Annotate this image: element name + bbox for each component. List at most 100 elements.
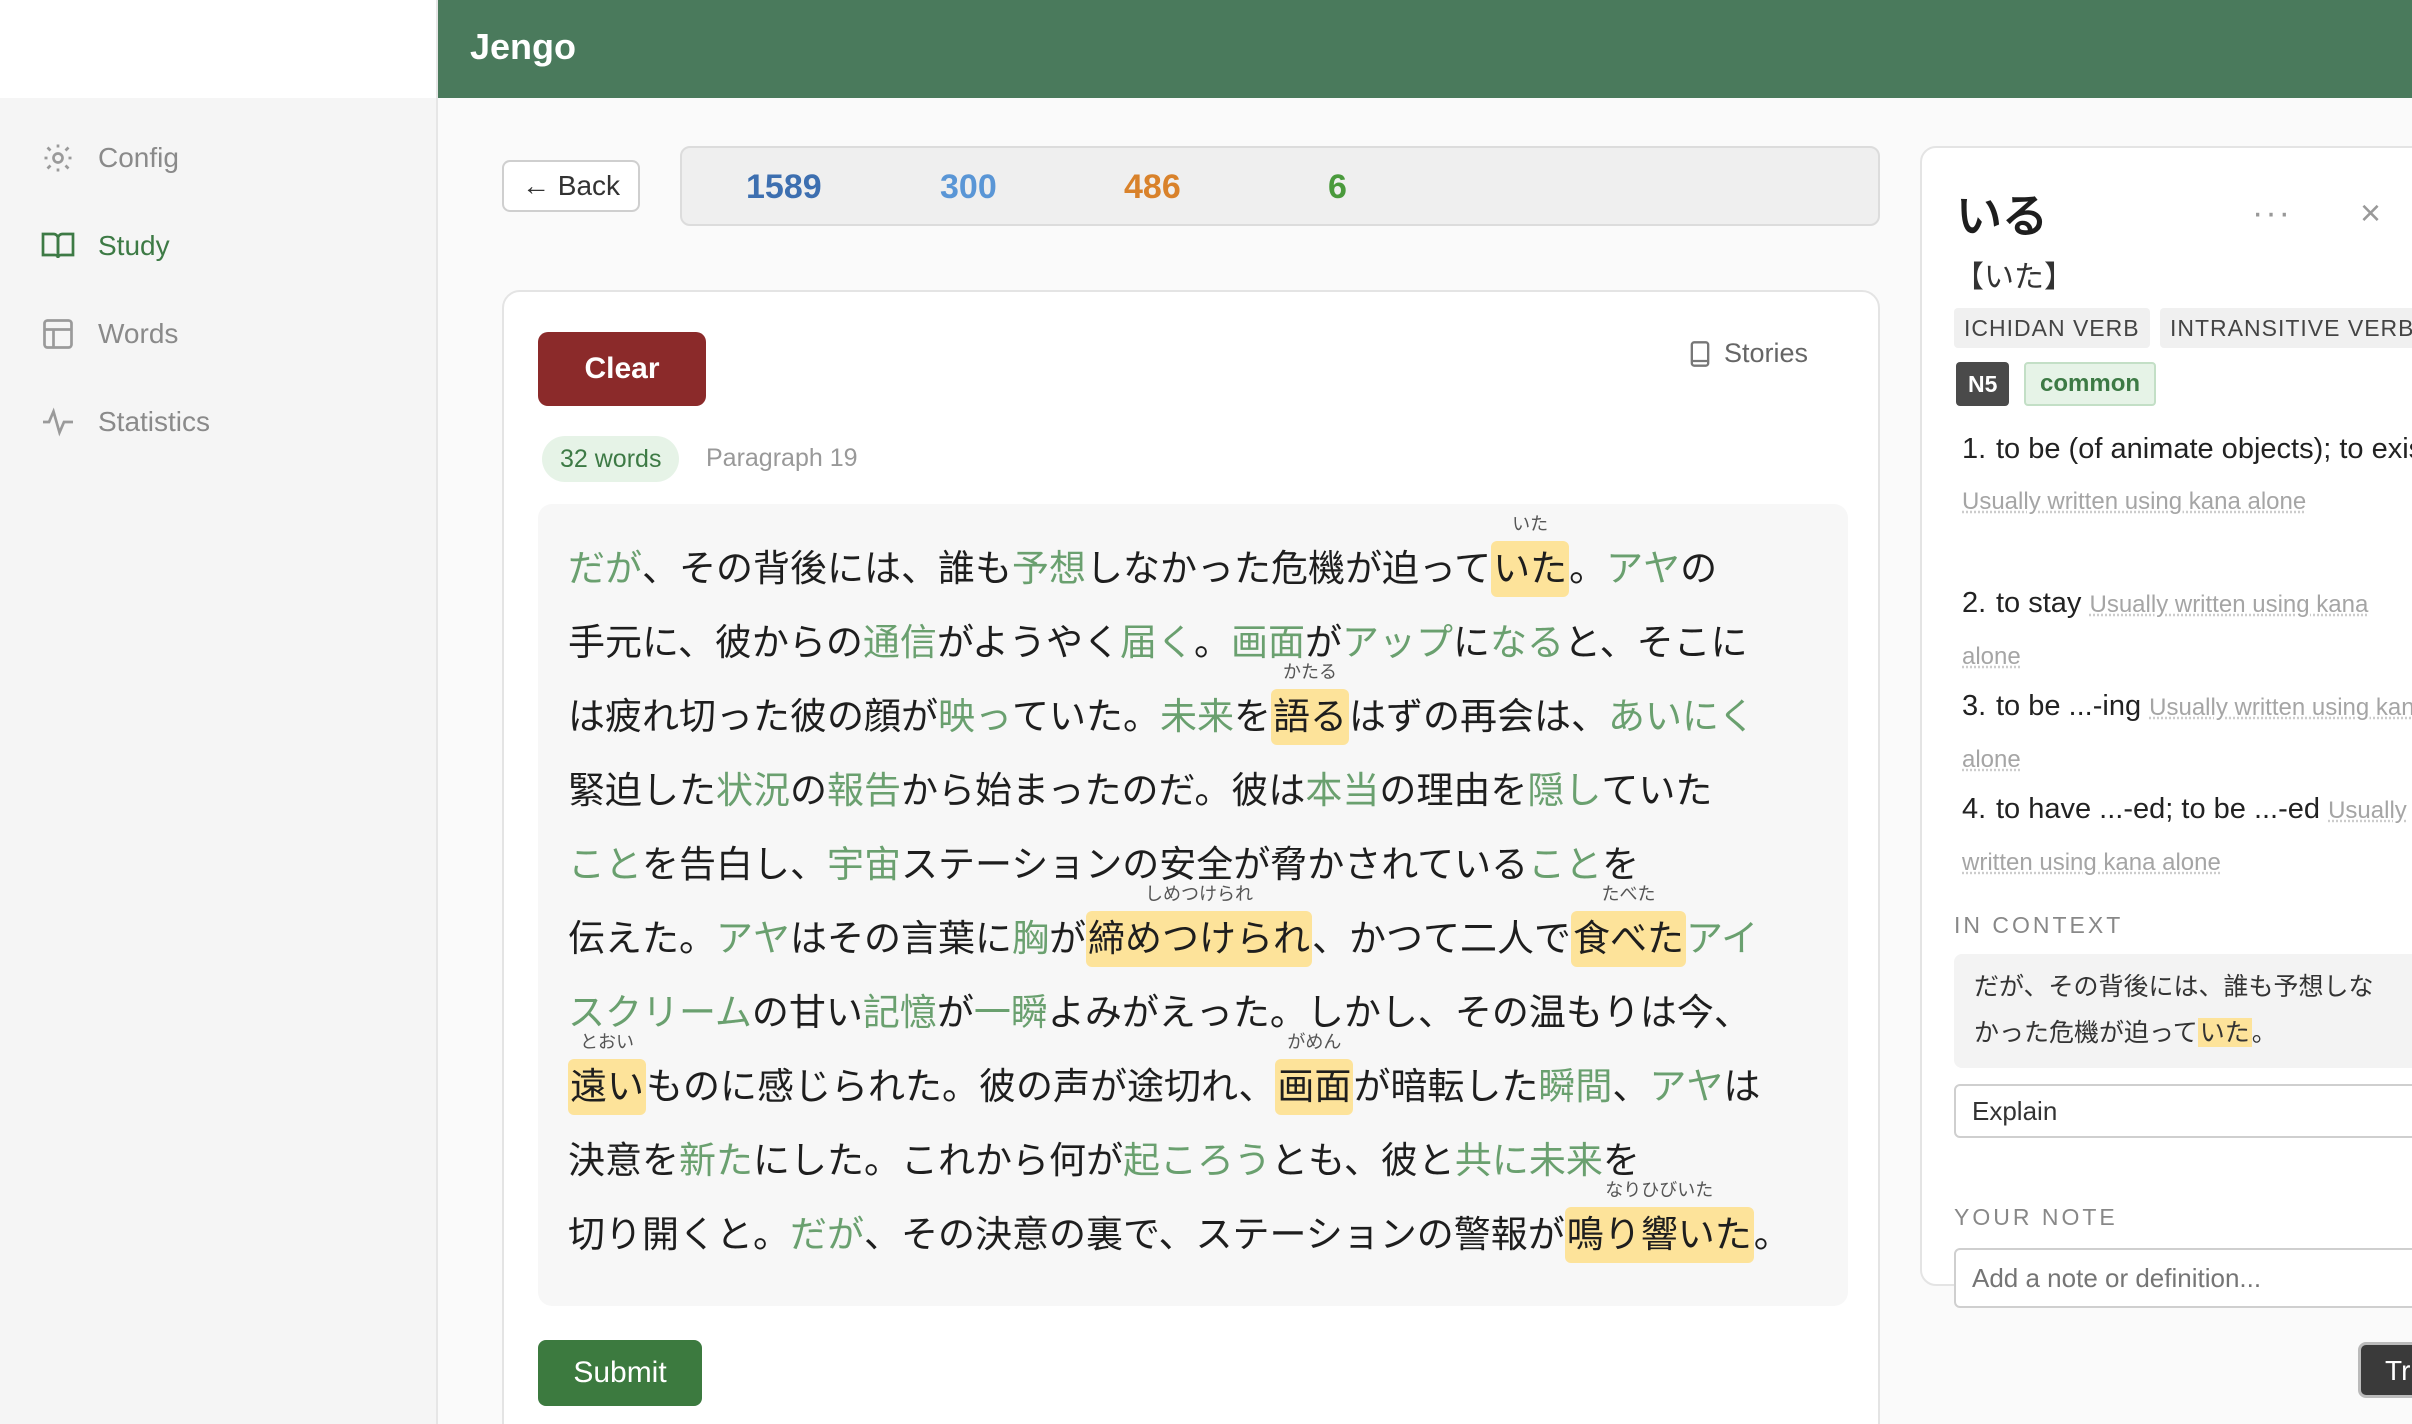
- definition-text: to be (of animate objects); to exist: [1996, 433, 2412, 465]
- text-segment: にした。これから何が: [753, 1139, 1123, 1182]
- translate-button[interactable]: Tr: [2358, 1342, 2412, 1398]
- context-label: IN CONTEXT: [1954, 912, 2124, 938]
- selected-word[interactable]: なりひびいた 鳴り響いた: [1564, 1181, 1754, 1263]
- text-segment: 緊迫した: [568, 769, 716, 812]
- stats-bar: 1589 300 486 6: [680, 146, 1880, 226]
- known-word[interactable]: なる: [1490, 606, 1564, 680]
- context-line: かった危機が迫っていた。: [1974, 1010, 2404, 1056]
- known-word[interactable]: 状況: [716, 754, 790, 828]
- known-word[interactable]: 通信: [863, 606, 937, 680]
- known-word[interactable]: 記憶: [863, 976, 937, 1050]
- dictionary-panel: いる ··· × 【いた】 ICHIDAN VERB INTRANSITIVE …: [1920, 146, 2412, 1308]
- known-word[interactable]: 宇宙: [827, 828, 901, 902]
- known-word[interactable]: 共に: [1455, 1124, 1529, 1198]
- known-word[interactable]: 新た: [679, 1124, 753, 1198]
- text-line: だが、その背後には、誰も予想しなかった危機が迫って いた いた。アヤの: [568, 515, 1818, 606]
- known-word[interactable]: アヤ: [1649, 1050, 1723, 1124]
- known-word[interactable]: 本当: [1305, 754, 1379, 828]
- known-word[interactable]: 起ころう: [1123, 1124, 1271, 1198]
- text-line: 緊迫した状況の報告から始まったのだ。彼は本当の理由を隠していた: [568, 754, 1818, 828]
- stories-link[interactable]: Stories: [1688, 338, 1808, 369]
- activity-icon: [43, 407, 73, 437]
- app-header: Jengo: [438, 0, 2412, 98]
- furigana: しめつけられ: [1145, 884, 1253, 905]
- known-word[interactable]: 瞬間: [1538, 1050, 1612, 1124]
- reading-text: だが、その背後には、誰も予想しなかった危機が迫って いた いた。アヤの 手元に、彼から…: [538, 504, 1848, 1306]
- text-segment: を: [1234, 695, 1271, 738]
- word-text: 鳴り響いた: [1566, 1213, 1752, 1256]
- definition-text: to stay: [1996, 587, 2082, 619]
- text-segment: がようやく: [936, 621, 1121, 664]
- more-icon[interactable]: ···: [2252, 194, 2292, 233]
- close-icon[interactable]: ×: [2360, 192, 2381, 234]
- sidebar-item-config[interactable]: Config: [40, 128, 179, 188]
- note-label: YOUR NOTE: [1954, 1204, 2118, 1230]
- text-segment: の: [1680, 547, 1718, 590]
- known-word[interactable]: だが: [568, 532, 642, 606]
- stories-label: Stories: [1723, 338, 1808, 368]
- paragraph-label: Paragraph 19: [706, 444, 858, 472]
- definition-number: 3.: [1962, 690, 1987, 722]
- selected-word[interactable]: しめつけられ締めつけられ: [1086, 885, 1312, 967]
- known-word[interactable]: 未来: [1160, 680, 1234, 754]
- sidebar-item-study[interactable]: Study: [40, 216, 170, 276]
- text-segment: 。: [1753, 1213, 1791, 1256]
- sidebar-item-label: Statistics: [98, 406, 211, 437]
- back-button[interactable]: ← Back: [502, 160, 640, 212]
- definition-text: to have ...-ed; to be ...-ed: [1996, 793, 2321, 825]
- furigana: たべた: [1601, 884, 1656, 905]
- note-input[interactable]: [1954, 1248, 2412, 1308]
- known-word[interactable]: 報告: [827, 754, 901, 828]
- sidebar-item-words[interactable]: Words: [40, 304, 178, 364]
- known-word[interactable]: だが: [790, 1198, 864, 1272]
- text-segment: しなかった危機が迫って: [1086, 547, 1492, 590]
- word-text: 締めつけられ: [1088, 917, 1310, 960]
- selected-word[interactable]: かたる 語る: [1271, 663, 1349, 745]
- pos-tag: ICHIDAN VERB: [1954, 308, 2150, 348]
- text-segment: よみがえった。しかし、その温もりは今、: [1047, 991, 1751, 1034]
- word-text: 食べた: [1573, 917, 1684, 960]
- selected-word[interactable]: たべた 食べた: [1571, 885, 1686, 967]
- sidebar-item-label: Words: [98, 318, 179, 349]
- app-title: Jengo: [470, 26, 577, 67]
- sidebar-item-label: Config: [98, 142, 179, 173]
- sidebar-top: [0, 0, 436, 98]
- definition-item: 1. to be (of animate objects); to exist U…: [1962, 424, 2412, 527]
- text-segment: に: [1453, 621, 1491, 664]
- known-word[interactable]: 届く: [1120, 606, 1194, 680]
- text-segment: が: [1049, 917, 1086, 960]
- known-word[interactable]: あいにく: [1608, 680, 1755, 754]
- dict-reading: 【いた】: [1954, 260, 2074, 295]
- known-word[interactable]: 映っ: [938, 680, 1012, 754]
- known-word[interactable]: アップ: [1342, 606, 1453, 680]
- explain-select[interactable]: Explain: [1954, 1084, 2412, 1138]
- selected-word[interactable]: とおい 遠い: [568, 1033, 646, 1115]
- dict-word: いる: [1956, 189, 2048, 243]
- text-segment: 手元に、彼からの: [568, 621, 863, 664]
- selected-word[interactable]: がめん 画面: [1275, 1033, 1354, 1115]
- known-word[interactable]: アヤ: [1606, 532, 1680, 606]
- text-segment: ていた: [1601, 769, 1713, 812]
- known-word[interactable]: 一瞬: [974, 976, 1048, 1050]
- config-icon: [44, 144, 72, 172]
- study-card: Clear Stories 32 words Paragraph 19 だが、そ…: [502, 290, 1880, 1424]
- text-segment: から始まったのだ。彼は: [901, 769, 1306, 812]
- sidebar-item-statistics[interactable]: Statistics: [40, 392, 210, 452]
- text-segment: ていた。: [1012, 695, 1160, 738]
- stat-learning: 486: [1124, 168, 1181, 206]
- known-word[interactable]: 隠し: [1527, 754, 1601, 828]
- stat-known: 6: [1328, 168, 1347, 206]
- text-segment: 、その背後には、誰も: [642, 547, 1012, 590]
- text-segment: 。: [1194, 621, 1232, 664]
- known-word[interactable]: アヤ: [716, 902, 790, 976]
- known-word[interactable]: 予想: [1012, 532, 1086, 606]
- known-word[interactable]: 胸: [1012, 902, 1049, 976]
- selected-word[interactable]: いた いた: [1491, 515, 1570, 597]
- known-word[interactable]: こと: [568, 828, 642, 902]
- known-word[interactable]: アイ: [1686, 902, 1758, 976]
- text-segment: と、そこに: [1564, 621, 1748, 664]
- submit-button[interactable]: Submit: [538, 1340, 702, 1406]
- context-line: だが、その背後には、誰も予想しな: [1974, 972, 2374, 1001]
- words-count-badge: 32 words: [542, 436, 680, 482]
- clear-button[interactable]: Clear: [538, 332, 706, 406]
